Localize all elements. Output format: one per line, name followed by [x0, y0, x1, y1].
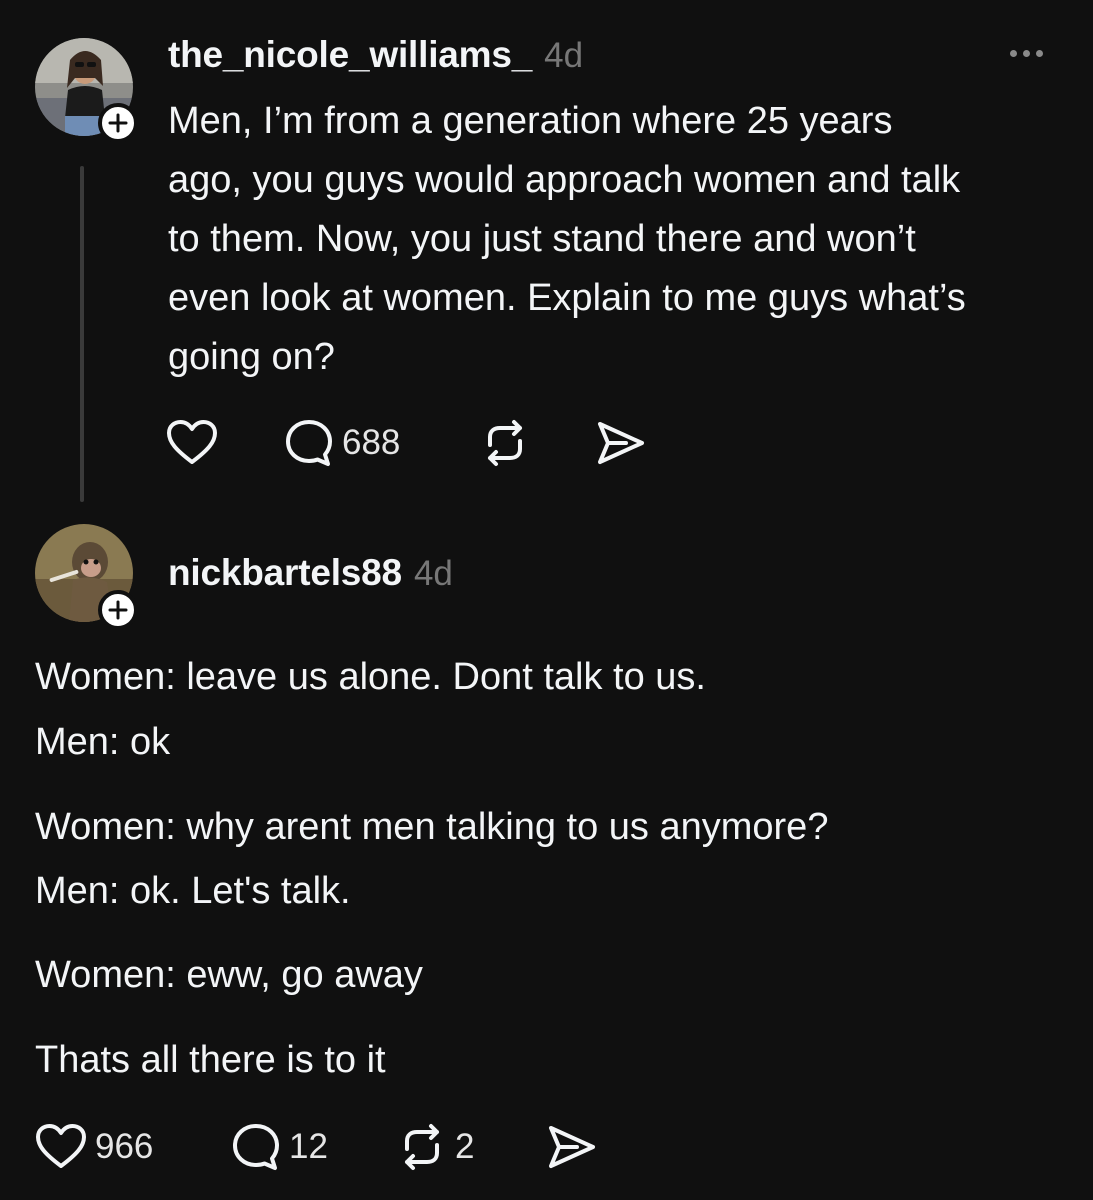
post-actions: 688	[166, 418, 646, 468]
share-button[interactable]	[596, 420, 646, 466]
reply-line: Women: eww, go away	[35, 954, 423, 996]
repost-button[interactable]	[480, 419, 596, 467]
like-button[interactable]	[166, 420, 284, 466]
like-count: 966	[95, 1127, 154, 1166]
reply-count: 688	[342, 423, 401, 462]
reply-header: nickbartels88 4d	[168, 552, 453, 594]
thread-connector	[80, 166, 84, 502]
reply-username[interactable]: nickbartels88	[168, 552, 402, 594]
reply-line: Women: leave us alone. Dont talk to us.	[35, 656, 706, 698]
heart-icon	[167, 420, 217, 464]
repost-count: 2	[455, 1127, 475, 1166]
reply-timestamp: 4d	[413, 554, 453, 593]
send-icon	[598, 422, 644, 464]
comment-icon	[233, 1124, 279, 1170]
thread-view: the_nicole_williams_ 4d Men, I’m from a …	[0, 0, 1093, 1200]
post-header: the_nicole_williams_ 4d	[168, 34, 583, 76]
repost-button[interactable]: 2	[397, 1123, 547, 1171]
post-body: Men, I’m from a generation where 25 year…	[168, 100, 966, 378]
post-timestamp: 4d	[544, 36, 584, 75]
like-button[interactable]: 966	[35, 1124, 231, 1170]
send-icon	[549, 1126, 595, 1168]
plus-icon	[108, 600, 128, 620]
more-options-button[interactable]	[1004, 44, 1049, 63]
follow-button[interactable]	[98, 103, 138, 143]
repost-icon	[488, 420, 522, 466]
plus-icon	[108, 113, 128, 133]
reply-line: Thats all there is to it	[35, 1039, 386, 1081]
reply-line: Men: ok	[35, 721, 171, 763]
reply-line: Women: why arent men talking to us anymo…	[35, 806, 829, 848]
post-username[interactable]: the_nicole_williams_	[168, 34, 532, 76]
repost-icon	[405, 1124, 439, 1170]
reply-button[interactable]: 688	[284, 418, 480, 468]
reply-button[interactable]: 12	[231, 1122, 397, 1172]
ellipsis-icon	[1010, 50, 1017, 57]
reply-actions: 966 12 2	[35, 1122, 597, 1172]
reply-line: Men: ok. Let's talk.	[35, 870, 351, 912]
heart-icon	[36, 1124, 86, 1168]
reply-count: 12	[289, 1127, 328, 1166]
reply-follow-button[interactable]	[98, 590, 138, 630]
share-button[interactable]	[547, 1124, 597, 1170]
comment-icon	[286, 420, 332, 466]
